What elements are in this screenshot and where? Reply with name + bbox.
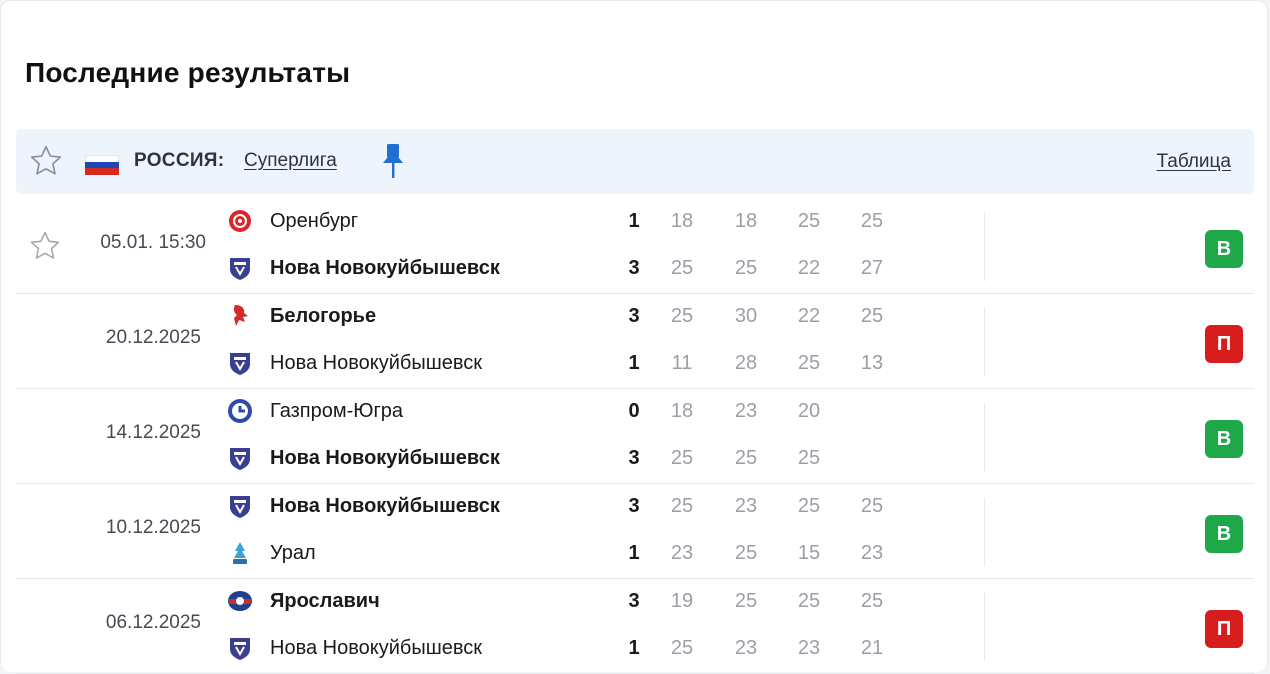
team-score: 3 (628, 495, 640, 517)
match-row[interactable]: 20.12.2025 Белогорье 3 25 30 22 25 Нова Новокуй… (16, 294, 1254, 389)
set-score: 25 (734, 542, 758, 564)
set-score: 25 (670, 495, 694, 517)
team-name[interactable]: Нова Новокуйбышевск (270, 257, 500, 280)
team-score: 1 (628, 210, 640, 232)
set-score: 25 (797, 495, 821, 517)
results-card: Последние результаты РОССИЯ: Суперлига Т… (0, 0, 1268, 674)
set-score: 13 (860, 352, 884, 374)
set-score: 25 (797, 590, 821, 612)
match-row[interactable]: 06.12.2025 Ярославич 3 19 25 25 25 Нова Новокуй… (16, 579, 1254, 674)
nova-logo-icon (227, 445, 253, 471)
set-score: 27 (860, 257, 884, 279)
match-row[interactable]: 10.12.2025 Нова Новокуйбышевск 3 25 23 25 25 Ур… (16, 484, 1254, 579)
set-score: 20 (797, 400, 821, 422)
team-name[interactable]: Нова Новокуйбышевск (270, 447, 500, 470)
win-badge: В (1205, 230, 1243, 268)
set-score: 15 (797, 542, 821, 564)
gazprom-logo-icon (227, 398, 253, 424)
match-date: 06.12.2025 (105, 612, 201, 633)
match-date: 05.01. 15:30 (100, 232, 206, 253)
set-score: 23 (734, 495, 758, 517)
set-score: 25 (797, 447, 821, 469)
team-score: 3 (628, 257, 640, 279)
set-score: 25 (670, 257, 694, 279)
set-score: 25 (860, 210, 884, 232)
set-score: 11 (671, 352, 693, 374)
loss-badge: П (1205, 610, 1243, 648)
set-score: 23 (670, 542, 694, 564)
yaroslavich-logo-icon (227, 588, 253, 614)
set-score: 25 (860, 590, 884, 612)
match-date: 20.12.2025 (105, 327, 201, 348)
column-divider (984, 308, 985, 376)
team-score: 3 (628, 447, 640, 469)
pin-icon[interactable] (381, 141, 405, 181)
nova-logo-icon (227, 350, 253, 376)
set-score: 28 (734, 352, 758, 374)
favorite-star-icon[interactable] (28, 143, 64, 179)
set-score: 22 (797, 257, 821, 279)
match-date: 14.12.2025 (105, 422, 201, 443)
set-score: 18 (734, 210, 758, 232)
table-link[interactable]: Таблица (1157, 151, 1232, 173)
team-score: 0 (628, 400, 640, 422)
set-score: 23 (734, 400, 758, 422)
nova-logo-icon (227, 493, 253, 519)
set-score: 25 (797, 352, 821, 374)
set-score: 30 (734, 305, 758, 327)
column-divider (984, 213, 985, 281)
set-score: 23 (734, 637, 758, 659)
set-score: 18 (670, 210, 694, 232)
match-date: 10.12.2025 (105, 517, 201, 538)
match-row[interactable]: 14.12.2025 Газпром-Югра 0 18 23 20 Нова Новоку… (16, 389, 1254, 484)
belogorie-logo-icon (227, 303, 253, 329)
set-score: 25 (670, 637, 694, 659)
set-score: 19 (670, 590, 694, 612)
column-divider (984, 593, 985, 661)
nova-logo-icon (227, 635, 253, 661)
set-score: 25 (797, 210, 821, 232)
team-score: 3 (628, 305, 640, 327)
team-score: 1 (628, 542, 640, 564)
ural-logo-icon (227, 540, 253, 566)
russia-flag-icon (85, 155, 119, 175)
team-name[interactable]: Оренбург (270, 210, 358, 233)
set-score: 21 (860, 637, 884, 659)
team-name[interactable]: Ярославич (270, 590, 380, 613)
league-name-link[interactable]: Суперлига (244, 150, 337, 172)
orenburg-logo-icon (227, 208, 253, 234)
set-score: 25 (734, 590, 758, 612)
set-score: 25 (860, 495, 884, 517)
set-score: 25 (734, 257, 758, 279)
team-name[interactable]: Нова Новокуйбышевск (270, 352, 482, 375)
set-score: 25 (670, 305, 694, 327)
match-row[interactable]: 05.01. 15:30 Оренбург 1 18 18 25 25 Нова Новоку… (16, 199, 1254, 294)
set-score: 18 (670, 400, 694, 422)
set-score: 25 (860, 305, 884, 327)
set-score: 22 (797, 305, 821, 327)
column-divider (984, 498, 985, 566)
team-score: 1 (628, 352, 640, 374)
team-score: 3 (628, 590, 640, 612)
column-divider (984, 403, 985, 471)
team-name[interactable]: Урал (270, 542, 316, 565)
section-title: Последние результаты (25, 57, 351, 88)
league-country: РОССИЯ: (134, 150, 225, 171)
set-score: 25 (734, 447, 758, 469)
team-name[interactable]: Нова Новокуйбышевск (270, 637, 482, 660)
team-score: 1 (628, 637, 640, 659)
win-badge: В (1205, 420, 1243, 458)
team-name[interactable]: Газпром-Югра (270, 400, 403, 423)
nova-logo-icon (227, 255, 253, 281)
set-score: 25 (670, 447, 694, 469)
set-score: 23 (797, 637, 821, 659)
set-score: 23 (860, 542, 884, 564)
loss-badge: П (1205, 325, 1243, 363)
win-badge: В (1205, 515, 1243, 553)
team-name[interactable]: Нова Новокуйбышевск (270, 495, 500, 518)
team-name[interactable]: Белогорье (270, 305, 376, 328)
